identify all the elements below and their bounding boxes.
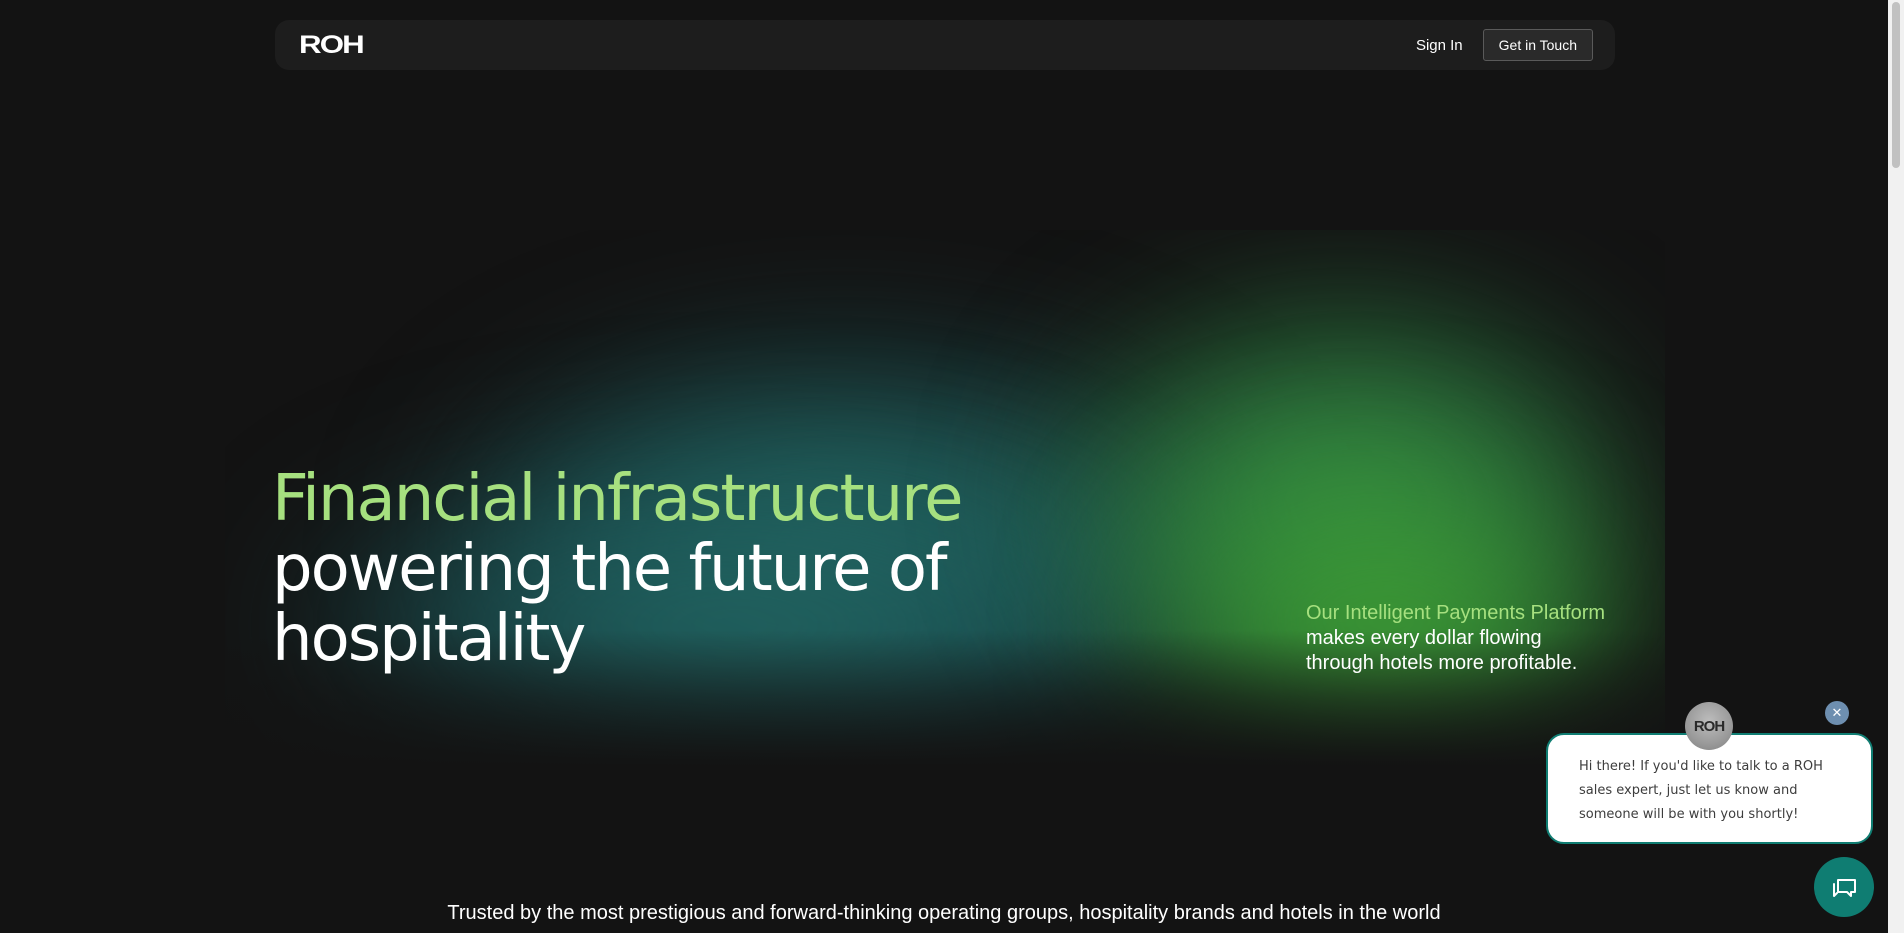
chat-launcher-button[interactable] [1814,857,1874,917]
chat-avatar-logo: ROH [1693,717,1725,735]
tagline-line-3: through hotels more profitable. [1306,652,1578,674]
get-in-touch-button[interactable]: Get in Touch [1482,29,1593,61]
top-navbar: ROH Sign In Get in Touch [275,20,1615,70]
hero-title-line-2: powering the future of [272,532,948,606]
hero-title-accent: Financial infrastructure [272,462,963,536]
chat-icon [1833,879,1856,897]
chat-message-text: Hi there! If you'd like to talk to a ROH… [1579,759,1823,822]
nav-actions: Sign In Get in Touch [1416,29,1593,61]
sign-in-link[interactable]: Sign In [1416,37,1463,54]
page: ROH Sign In Get in Touch Financial infra… [0,0,1904,933]
scrollbar-thumb[interactable] [1892,2,1900,168]
hero-title: Financial infrastructure powering the fu… [272,462,963,676]
trusted-by-text: Trusted by the most prestigious and forw… [447,902,1441,924]
tagline-accent: Our Intelligent Payments Platform [1306,602,1606,624]
page-scrollbar[interactable] [1888,0,1904,933]
tagline-line-2: makes every dollar flowing [1306,627,1542,649]
roh-logo[interactable]: ROH [299,31,365,60]
close-icon[interactable]: ✕ [1825,701,1849,725]
hero-title-line-3: hospitality [272,602,586,676]
chat-avatar: ROH [1685,702,1733,750]
hero-tagline: Our Intelligent Payments Platform makes … [1306,601,1626,676]
